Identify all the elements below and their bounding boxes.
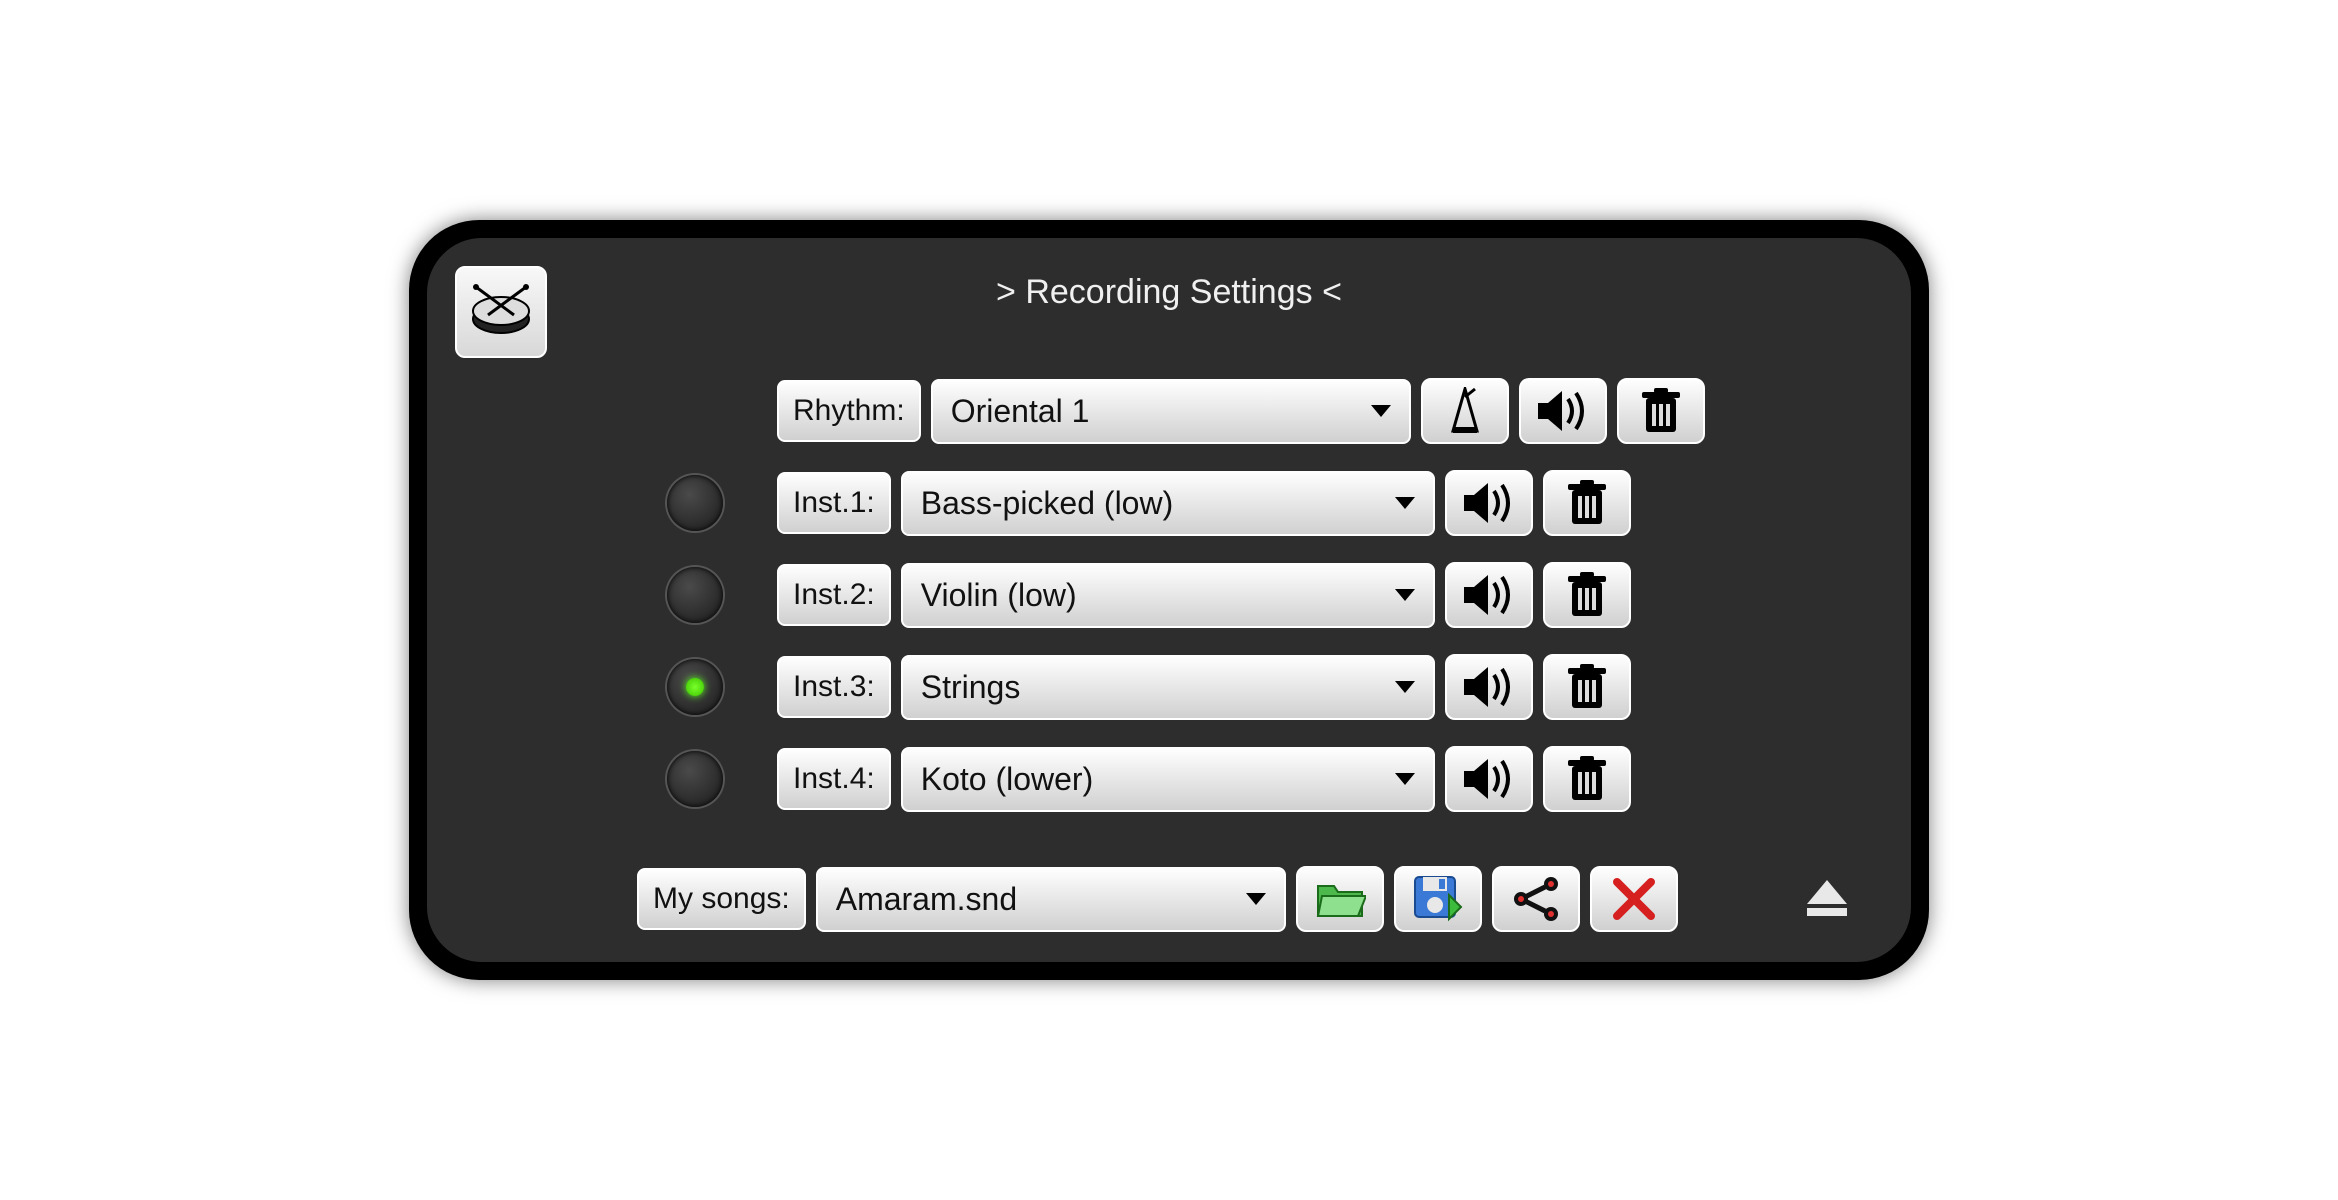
chevron-down-icon bbox=[1395, 497, 1415, 509]
instrument-3-label: Inst.3: bbox=[777, 656, 891, 718]
instrument-4-value: Koto (lower) bbox=[921, 761, 1094, 798]
mysongs-value: Amaram.snd bbox=[836, 881, 1017, 918]
mysongs-label: My songs: bbox=[637, 868, 806, 930]
phone-frame: > Recording Settings < Rhythm: Oriental … bbox=[409, 220, 1929, 980]
settings-rows: Rhythm: Oriental 1 Inst.1: bbox=[667, 378, 1631, 838]
rhythm-row: Rhythm: Oriental 1 bbox=[667, 378, 1631, 444]
instrument-2-volume-button[interactable] bbox=[1445, 562, 1533, 628]
instrument-2-row: Inst.2: Violin (low) bbox=[667, 562, 1631, 628]
instrument-1-label: Inst.1: bbox=[777, 472, 891, 534]
chevron-down-icon bbox=[1395, 589, 1415, 601]
page-title: > Recording Settings < bbox=[427, 273, 1911, 312]
rhythm-value: Oriental 1 bbox=[951, 393, 1090, 430]
instrument-2-radio[interactable] bbox=[667, 567, 723, 623]
chevron-down-icon bbox=[1395, 681, 1415, 693]
rhythm-select[interactable]: Oriental 1 bbox=[931, 379, 1411, 444]
rhythm-delete-button[interactable] bbox=[1617, 378, 1705, 444]
instrument-1-select[interactable]: Bass-picked (low) bbox=[901, 471, 1435, 536]
chevron-down-icon bbox=[1395, 773, 1415, 785]
mysongs-select[interactable]: Amaram.snd bbox=[816, 867, 1286, 932]
footer-row: My songs: Amaram.snd bbox=[637, 866, 1811, 932]
metronome-button[interactable] bbox=[1421, 378, 1509, 444]
instrument-1-delete-button[interactable] bbox=[1543, 470, 1631, 536]
instrument-4-select[interactable]: Koto (lower) bbox=[901, 747, 1435, 812]
instrument-3-select[interactable]: Strings bbox=[901, 655, 1435, 720]
save-button[interactable] bbox=[1394, 866, 1482, 932]
instrument-4-delete-button[interactable] bbox=[1543, 746, 1631, 812]
eject-icon[interactable] bbox=[1803, 878, 1851, 918]
open-folder-button[interactable] bbox=[1296, 866, 1384, 932]
instrument-3-radio[interactable] bbox=[667, 659, 723, 715]
instrument-3-volume-button[interactable] bbox=[1445, 654, 1533, 720]
instrument-4-radio[interactable] bbox=[667, 751, 723, 807]
close-button[interactable] bbox=[1590, 866, 1678, 932]
share-button[interactable] bbox=[1492, 866, 1580, 932]
instrument-3-delete-button[interactable] bbox=[1543, 654, 1631, 720]
chevron-down-icon bbox=[1371, 405, 1391, 417]
instrument-4-label: Inst.4: bbox=[777, 748, 891, 810]
instrument-1-row: Inst.1: Bass-picked (low) bbox=[667, 470, 1631, 536]
instrument-4-row: Inst.4: Koto (lower) bbox=[667, 746, 1631, 812]
instrument-2-label: Inst.2: bbox=[777, 564, 891, 626]
instrument-2-delete-button[interactable] bbox=[1543, 562, 1631, 628]
instrument-1-value: Bass-picked (low) bbox=[921, 485, 1174, 522]
rhythm-volume-button[interactable] bbox=[1519, 378, 1607, 444]
instrument-2-value: Violin (low) bbox=[921, 577, 1077, 614]
instrument-1-volume-button[interactable] bbox=[1445, 470, 1533, 536]
instrument-1-radio[interactable] bbox=[667, 475, 723, 531]
instrument-4-volume-button[interactable] bbox=[1445, 746, 1533, 812]
app-screen: > Recording Settings < Rhythm: Oriental … bbox=[427, 238, 1911, 962]
instrument-2-select[interactable]: Violin (low) bbox=[901, 563, 1435, 628]
instrument-3-row: Inst.3: Strings bbox=[667, 654, 1631, 720]
instrument-3-value: Strings bbox=[921, 669, 1021, 706]
chevron-down-icon bbox=[1246, 893, 1266, 905]
rhythm-label: Rhythm: bbox=[777, 380, 921, 442]
